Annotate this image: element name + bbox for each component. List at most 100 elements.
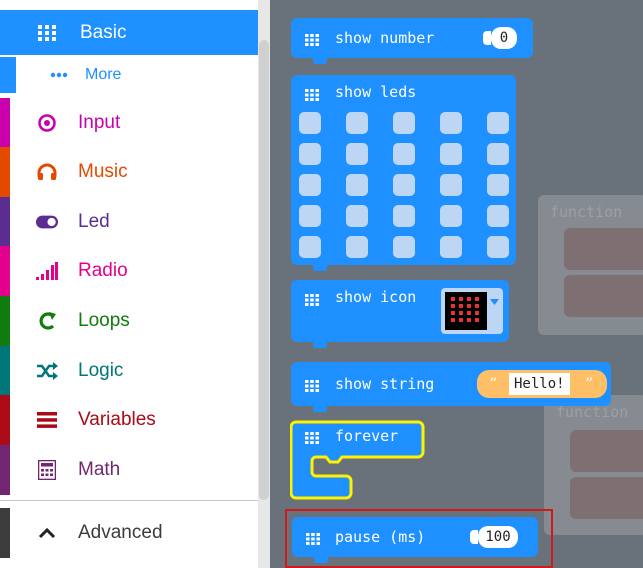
icon-dropdown[interactable] bbox=[441, 288, 503, 334]
block-notch bbox=[313, 58, 327, 64]
grid-icon bbox=[305, 292, 319, 306]
category-logic-label: Logic bbox=[78, 360, 124, 381]
led-cell[interactable] bbox=[299, 143, 321, 165]
category-stripe bbox=[0, 98, 10, 148]
led-cell[interactable] bbox=[346, 143, 368, 165]
led-cell[interactable] bbox=[346, 205, 368, 227]
target-icon bbox=[36, 112, 58, 134]
shuffle-icon bbox=[36, 360, 58, 382]
led-cell[interactable] bbox=[393, 143, 415, 165]
led-cell[interactable] bbox=[440, 112, 462, 134]
toolbox-divider bbox=[0, 500, 258, 501]
grid-icon bbox=[305, 87, 319, 101]
led-cell[interactable] bbox=[440, 174, 462, 196]
led-cell[interactable] bbox=[393, 112, 415, 134]
led-cell[interactable] bbox=[299, 205, 321, 227]
category-more-label: More bbox=[85, 66, 122, 83]
led-cell[interactable] bbox=[393, 174, 415, 196]
led-cell[interactable] bbox=[440, 205, 462, 227]
category-input[interactable]: Input bbox=[0, 98, 258, 148]
show-icon-label: show icon bbox=[335, 288, 417, 306]
ghost-inner-block bbox=[570, 477, 643, 519]
block-notch bbox=[313, 265, 327, 271]
ellipsis-icon bbox=[48, 64, 70, 86]
ghost-inner-block bbox=[564, 228, 643, 270]
category-stripe bbox=[0, 508, 10, 558]
ghost-function-block-1: function bbox=[538, 195, 643, 335]
show-number-label: show number bbox=[335, 29, 435, 47]
category-math-label: Math bbox=[78, 459, 121, 480]
ghost-function-label-1: function bbox=[550, 203, 623, 221]
show-number-block[interactable]: show number 0 bbox=[291, 18, 533, 58]
ghost-function-block-2: function bbox=[544, 395, 643, 535]
category-basic-label: Basic bbox=[80, 21, 127, 43]
show-number-value-input[interactable]: 0 bbox=[483, 27, 517, 49]
led-cell[interactable] bbox=[487, 205, 509, 227]
category-input-label: Input bbox=[78, 112, 121, 133]
list-icon bbox=[36, 409, 58, 431]
led-cell[interactable] bbox=[440, 236, 462, 258]
category-stripe bbox=[0, 445, 10, 495]
led-cell[interactable] bbox=[393, 205, 415, 227]
ghost-inner-block bbox=[570, 430, 643, 472]
category-variables-label: Variables bbox=[78, 409, 156, 430]
calculator-icon bbox=[36, 459, 58, 481]
category-stripe bbox=[0, 57, 16, 93]
grid-icon bbox=[36, 22, 58, 44]
led-cell[interactable] bbox=[487, 112, 509, 134]
block-notch bbox=[313, 406, 327, 412]
category-music[interactable]: Music bbox=[0, 147, 258, 197]
category-stripe bbox=[0, 147, 10, 197]
category-more[interactable]: More bbox=[0, 57, 258, 93]
category-led[interactable]: Led bbox=[0, 197, 258, 247]
category-advanced-label: Advanced bbox=[78, 522, 163, 543]
category-stripe bbox=[0, 395, 10, 445]
category-stripe bbox=[0, 296, 10, 346]
string-field[interactable]: “ Hello! ” bbox=[477, 370, 607, 398]
category-basic[interactable]: Basic bbox=[0, 10, 258, 55]
category-loops-label: Loops bbox=[78, 310, 130, 331]
block-notch bbox=[313, 342, 327, 348]
show-icon-block[interactable]: show icon bbox=[291, 280, 509, 342]
signal-bars-icon bbox=[36, 260, 58, 282]
loop-icon bbox=[36, 310, 58, 332]
category-loops[interactable]: Loops bbox=[0, 296, 258, 346]
category-stripe bbox=[0, 246, 10, 296]
open-quote-icon: “ bbox=[489, 374, 498, 393]
toggle-icon bbox=[36, 211, 58, 233]
string-value-input[interactable]: Hello! bbox=[509, 373, 570, 395]
category-variables[interactable]: Variables bbox=[0, 395, 258, 445]
led-cell[interactable] bbox=[346, 112, 368, 134]
highlight-box bbox=[285, 509, 553, 568]
category-radio[interactable]: Radio bbox=[0, 246, 258, 296]
show-string-block[interactable]: show string “ Hello! ” bbox=[291, 362, 611, 406]
headphones-icon bbox=[36, 161, 58, 183]
led-cell[interactable] bbox=[440, 143, 462, 165]
category-advanced[interactable]: Advanced bbox=[0, 508, 258, 558]
chevron-up-icon bbox=[36, 522, 58, 544]
led-cell[interactable] bbox=[299, 174, 321, 196]
led-cell[interactable] bbox=[393, 236, 415, 258]
show-leds-block[interactable]: show leds bbox=[291, 75, 516, 265]
led-cell[interactable] bbox=[487, 143, 509, 165]
category-music-label: Music bbox=[78, 161, 128, 182]
grid-icon bbox=[305, 378, 319, 392]
category-stripe bbox=[0, 346, 10, 396]
forever-label: forever bbox=[335, 427, 399, 445]
category-math[interactable]: Math bbox=[0, 445, 258, 495]
led-cell[interactable] bbox=[487, 236, 509, 258]
led-cell[interactable] bbox=[299, 236, 321, 258]
toolbox: Basic More Input Music Led Radio Loops L… bbox=[0, 0, 258, 568]
show-leds-label: show leds bbox=[335, 83, 417, 101]
category-logic[interactable]: Logic bbox=[0, 346, 258, 396]
icon-preview bbox=[445, 292, 487, 330]
toolbox-scroll-thumb[interactable] bbox=[259, 40, 269, 500]
led-cell[interactable] bbox=[299, 112, 321, 134]
category-led-label: Led bbox=[78, 211, 110, 232]
led-cell[interactable] bbox=[487, 174, 509, 196]
led-cell[interactable] bbox=[346, 236, 368, 258]
dropdown-arrow-icon[interactable] bbox=[490, 292, 499, 310]
grid-icon bbox=[305, 431, 319, 449]
blocks-workspace[interactable]: function function show number 0 show led… bbox=[270, 0, 643, 568]
led-cell[interactable] bbox=[346, 174, 368, 196]
